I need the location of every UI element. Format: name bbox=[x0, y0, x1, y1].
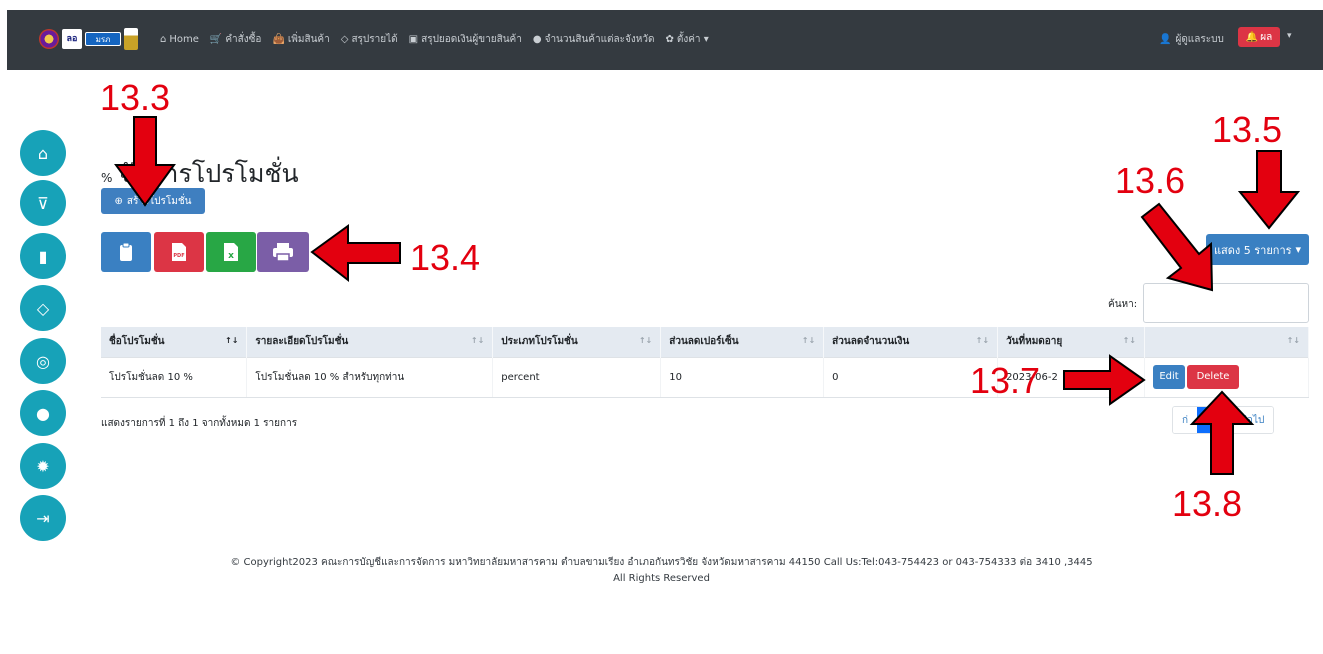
arrow-13-5 bbox=[1237, 150, 1301, 230]
annotation-13-4: 13.4 bbox=[410, 237, 481, 278]
annotation-arrows bbox=[114, 116, 1301, 475]
arrow-13-7 bbox=[1063, 354, 1146, 406]
arrow-13-8 bbox=[1189, 390, 1255, 475]
annotation-13-3: 13.3 bbox=[100, 77, 171, 118]
annotation-13-5: 13.5 bbox=[1212, 109, 1283, 150]
page: ลอ มรภ ⌂ Home 🛒 คำสั่งซื้อ 👜 เพิ่มสินค้า ◇ ส… bbox=[0, 0, 1323, 654]
annotation-13-8: 13.8 bbox=[1172, 483, 1243, 524]
annotation-13-6: 13.6 bbox=[1115, 160, 1186, 201]
annotation-13-7: 13.7 bbox=[970, 360, 1041, 401]
arrow-13-4 bbox=[310, 224, 401, 283]
arrow-13-3 bbox=[114, 116, 176, 207]
arrow-13-6 bbox=[1140, 202, 1214, 292]
